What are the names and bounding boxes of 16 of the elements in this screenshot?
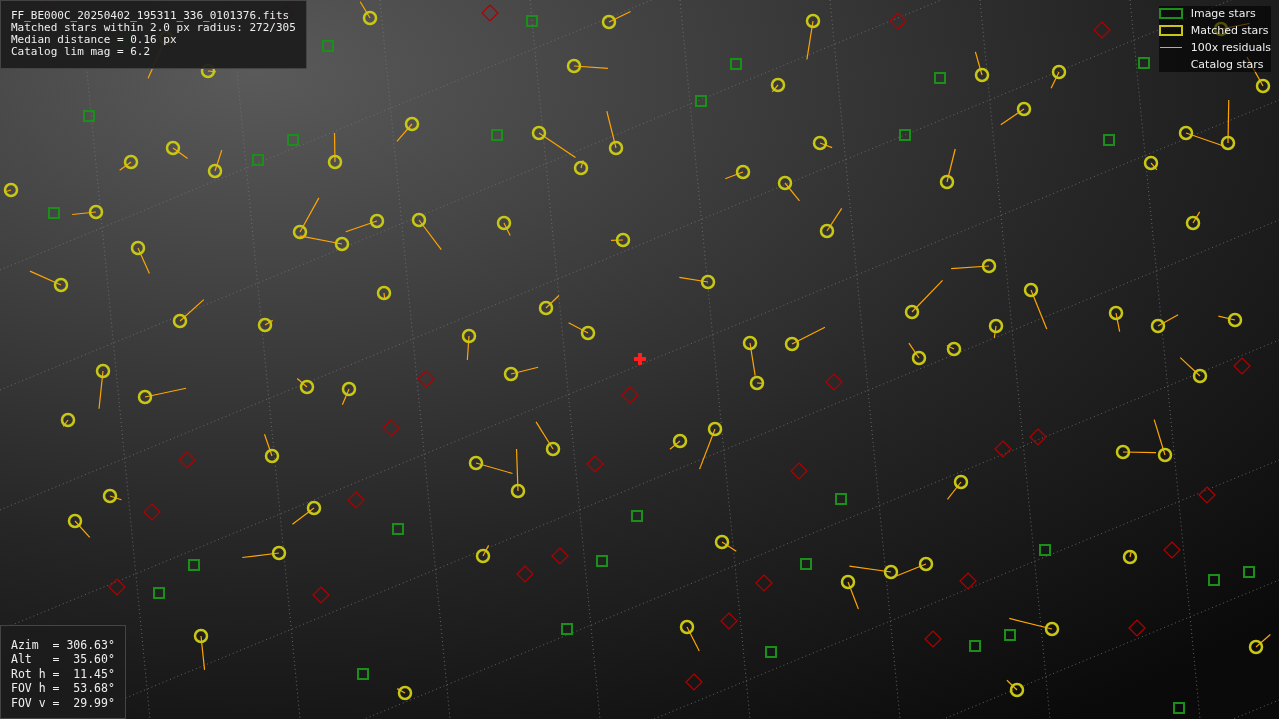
pointing-text: Rot h = 11.45° bbox=[11, 666, 115, 681]
legend-label: Matched stars bbox=[1190, 24, 1269, 37]
info-text: Median distance = 0.16 px bbox=[11, 34, 178, 46]
legend-line-icon bbox=[1159, 46, 1182, 49]
pointing-text: Azim = 306.63° bbox=[11, 637, 115, 652]
legend-swatch-icon bbox=[1158, 25, 1183, 36]
legend-label: Catalog stars bbox=[1190, 58, 1264, 71]
info-text: Catalog lim mag = 6.2 bbox=[11, 46, 152, 58]
legend-label: Image stars bbox=[1190, 7, 1256, 20]
pointing-text: FOV h = 53.68° bbox=[11, 681, 115, 696]
pointing-text: FOV v = 29.99° bbox=[11, 695, 115, 710]
legend-swatch-icon bbox=[1158, 8, 1183, 19]
pointing-text: Alt = 35.60° bbox=[11, 652, 115, 667]
legend-label: 100x residuals bbox=[1190, 41, 1271, 54]
info-text: Matched stars within 2.0 px radius: 272/305 bbox=[11, 22, 296, 34]
info-text: FF_BE000C_20250402_195311_336_0101376.fits bbox=[11, 10, 291, 22]
